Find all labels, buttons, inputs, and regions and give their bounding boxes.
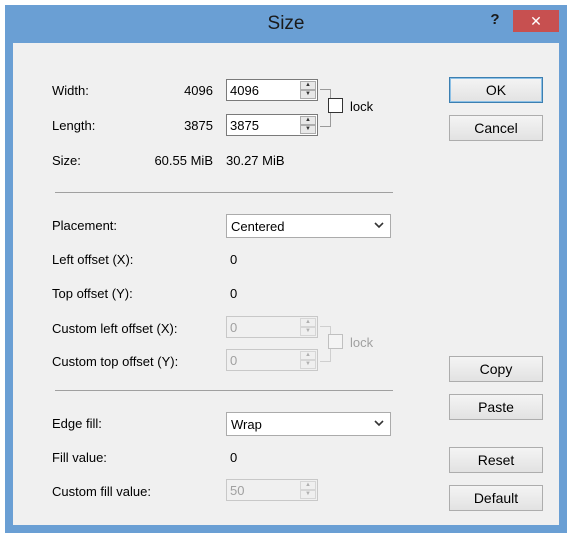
edge-fill-value: Wrap <box>231 417 262 432</box>
custom-top-up-icon[interactable]: ▲ <box>300 351 316 360</box>
help-button[interactable]: ? <box>485 11 505 31</box>
custom-top-offset-label: Custom top offset (Y): <box>52 354 179 369</box>
length-current-value: 3875 <box>184 118 213 133</box>
separator-2 <box>55 390 393 391</box>
width-spinner[interactable]: ▲ ▼ <box>300 81 316 99</box>
edge-fill-dropdown[interactable]: Wrap <box>226 412 391 436</box>
custom-top-spinner[interactable]: ▲ ▼ <box>300 351 316 369</box>
width-up-icon[interactable]: ▲ <box>300 81 316 90</box>
custom-left-offset-spinbox[interactable]: 0 ▲ ▼ <box>226 316 318 338</box>
custom-fill-up-icon[interactable]: ▲ <box>300 481 316 490</box>
paste-button[interactable]: Paste <box>449 394 543 420</box>
custom-fill-value-input[interactable]: 50 <box>230 483 244 498</box>
custom-left-offset-input[interactable]: 0 <box>230 320 237 335</box>
reset-button[interactable]: Reset <box>449 447 543 473</box>
chevron-down-icon <box>374 420 384 427</box>
width-label: Width: <box>52 83 89 98</box>
close-icon: ✕ <box>530 13 542 29</box>
lock-checkbox[interactable] <box>328 98 343 113</box>
ok-button[interactable]: OK <box>449 77 543 103</box>
custom-fill-spinner[interactable]: ▲ ▼ <box>300 481 316 499</box>
length-input[interactable]: 3875 <box>230 118 259 133</box>
size-current-value: 60.55 MiB <box>154 153 213 168</box>
dialog-body: Width: 4096 4096 ▲ ▼ Length: 3875 3875 ▲… <box>13 43 559 525</box>
length-spinner[interactable]: ▲ ▼ <box>300 116 316 134</box>
custom-fill-value-label: Custom fill value: <box>52 484 151 499</box>
offset-lock-checkbox[interactable] <box>328 334 343 349</box>
length-down-icon[interactable]: ▼ <box>300 125 316 134</box>
width-spinbox[interactable]: 4096 ▲ ▼ <box>226 79 318 101</box>
custom-left-up-icon[interactable]: ▲ <box>300 318 316 327</box>
left-offset-value: 0 <box>230 252 238 267</box>
top-offset-value: 0 <box>230 286 238 301</box>
placement-value: Centered <box>231 219 285 234</box>
custom-fill-down-icon[interactable]: ▼ <box>300 490 316 499</box>
left-offset-label: Left offset (X): <box>52 252 134 267</box>
custom-top-down-icon[interactable]: ▼ <box>300 360 316 369</box>
separator-1 <box>55 192 393 193</box>
width-down-icon[interactable]: ▼ <box>300 90 316 99</box>
close-button[interactable]: ✕ <box>513 10 559 32</box>
edge-fill-label: Edge fill: <box>52 416 102 431</box>
length-up-icon[interactable]: ▲ <box>300 116 316 125</box>
placement-dropdown[interactable]: Centered <box>226 214 391 238</box>
custom-left-offset-label: Custom left offset (X): <box>52 321 178 336</box>
custom-left-down-icon[interactable]: ▼ <box>300 327 316 336</box>
size-label: Size: <box>52 153 81 168</box>
length-spinbox[interactable]: 3875 ▲ ▼ <box>226 114 318 136</box>
width-input[interactable]: 4096 <box>230 83 259 98</box>
custom-left-spinner[interactable]: ▲ ▼ <box>300 318 316 336</box>
custom-top-offset-input[interactable]: 0 <box>230 353 237 368</box>
lock-label: lock <box>350 99 374 114</box>
custom-fill-value-spinbox[interactable]: 50 ▲ ▼ <box>226 479 318 501</box>
custom-top-offset-spinbox[interactable]: 0 ▲ ▼ <box>226 349 318 371</box>
placement-label: Placement: <box>52 218 118 233</box>
cancel-button[interactable]: Cancel <box>449 115 543 141</box>
fill-value: 0 <box>230 450 238 465</box>
fill-value-label: Fill value: <box>52 450 107 465</box>
chevron-down-icon <box>374 222 384 229</box>
default-button[interactable]: Default <box>449 485 543 511</box>
width-current-value: 4096 <box>184 83 213 98</box>
copy-button[interactable]: Copy <box>449 356 543 382</box>
size-dialog: Size ? ✕ Width: 4096 4096 ▲ ▼ Length: 38… <box>5 5 567 533</box>
title-bar[interactable]: Size ? ✕ <box>5 5 567 43</box>
top-offset-label: Top offset (Y): <box>52 286 133 301</box>
length-label: Length: <box>52 118 96 133</box>
dialog-title: Size <box>267 13 305 34</box>
offset-lock-label: lock <box>350 335 374 350</box>
size-new-value: 30.27 MiB <box>226 153 285 168</box>
